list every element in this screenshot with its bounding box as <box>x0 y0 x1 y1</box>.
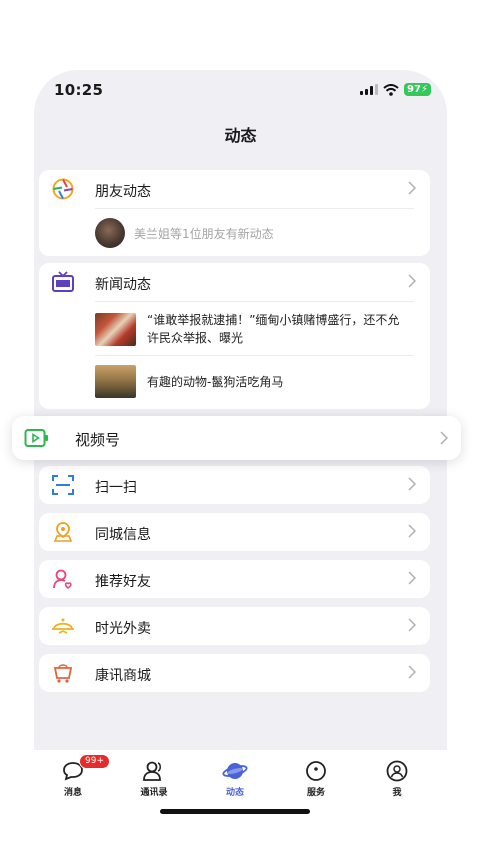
menu-row-recommend[interactable]: 推荐好友 <box>39 560 430 598</box>
contacts-icon <box>143 761 161 781</box>
tab-messages[interactable]: 99+ 消息 <box>43 754 110 798</box>
scan-icon <box>51 474 75 496</box>
location-icon <box>51 521 75 543</box>
divider <box>95 301 414 302</box>
status-bar: 10:25 97⚡ <box>34 70 447 110</box>
chevron-right-icon <box>408 524 416 538</box>
video-channel-label: 视频号 <box>75 431 121 449</box>
chevron-right-icon <box>408 477 416 491</box>
chevron-right-icon <box>408 665 416 679</box>
chevron-right-icon <box>408 571 416 585</box>
news-thumbnail <box>95 312 136 346</box>
tab-contacts[interactable]: 通讯录 <box>124 760 184 798</box>
friends-card: 朋友动态 美兰姐等1位朋友有新动态 <box>39 170 430 256</box>
signal-icon <box>360 84 379 95</box>
tab-label: 服务 <box>306 788 325 798</box>
friend-update-text: 美兰姐等1位朋友有新动态 <box>134 226 274 241</box>
scan-row[interactable]: 扫一扫 <box>39 466 430 504</box>
wifi-icon <box>383 83 399 96</box>
tab-label: 我 <box>392 788 402 798</box>
unread-badge: 99+ <box>79 754 110 769</box>
news-item[interactable]: “谁敢举报就逮捕！”缅甸小镇赌博盛行，还不允许民众举报、曝光 <box>95 311 409 347</box>
video-play-icon <box>24 427 50 453</box>
divider <box>95 208 414 209</box>
profile-icon <box>386 760 408 782</box>
tab-label: 通讯录 <box>140 788 168 798</box>
takeout-icon <box>51 615 75 637</box>
home-indicator <box>160 809 310 814</box>
chevron-right-icon <box>408 274 416 288</box>
tab-moments[interactable]: 动态 <box>205 760 265 798</box>
tab-bar: 99+ 消息 通讯录 动态 服务 我 <box>34 750 447 822</box>
friend-update-row[interactable]: 美兰姐等1位朋友有新动态 <box>95 218 274 248</box>
scan-label: 扫一扫 <box>95 480 137 496</box>
chevron-right-icon <box>408 181 416 195</box>
news-headline: 有趣的动物-鬣狗活吃角马 <box>147 374 284 389</box>
friend-recommend-icon <box>51 568 75 590</box>
tab-services[interactable]: 服务 <box>286 760 346 798</box>
local-info-row[interactable]: 同城信息 <box>39 513 430 551</box>
service-icon <box>306 761 326 781</box>
chevron-right-icon <box>440 431 448 445</box>
menu-row-local[interactable]: 同城信息 <box>39 513 430 551</box>
news-label: 新闻动态 <box>95 277 151 293</box>
tab-label: 消息 <box>63 788 82 798</box>
news-row[interactable]: 新闻动态 <box>39 263 430 301</box>
page-title: 动态 <box>224 126 257 145</box>
divider <box>95 355 414 356</box>
tv-news-icon <box>51 271 75 293</box>
status-time: 10:25 <box>54 81 104 99</box>
news-card: 新闻动态 “谁敢举报就逮捕！”缅甸小镇赌博盛行，还不允许民众举报、曝光 有趣的动… <box>39 263 430 409</box>
shop-cart-icon <box>51 662 75 684</box>
status-indicators: 97⚡ <box>360 83 431 96</box>
video-channel-row[interactable]: 视频号 <box>12 416 461 460</box>
battery-level: 97 <box>407 84 421 95</box>
news-item[interactable]: 有趣的动物-鬣狗活吃角马 <box>95 365 283 398</box>
takeout-row[interactable]: 时光外卖 <box>39 607 430 645</box>
planet-icon <box>222 763 248 779</box>
recommend-friends-row[interactable]: 推荐好友 <box>39 560 430 598</box>
chevron-right-icon <box>408 618 416 632</box>
shop-label: 康讯商城 <box>95 668 151 684</box>
menu-row-takeout[interactable]: 时光外卖 <box>39 607 430 645</box>
camera-shutter-icon <box>51 178 75 200</box>
avatar <box>95 218 125 248</box>
local-info-label: 同城信息 <box>95 527 151 543</box>
recommend-friends-label: 推荐好友 <box>95 574 151 590</box>
battery-indicator: 97⚡ <box>404 83 431 96</box>
friends-label: 朋友动态 <box>95 184 151 200</box>
friends-row[interactable]: 朋友动态 <box>39 170 430 208</box>
news-thumbnail <box>95 365 136 398</box>
menu-row-shop[interactable]: 康讯商城 <box>39 654 430 692</box>
shop-row[interactable]: 康讯商城 <box>39 654 430 692</box>
takeout-label: 时光外卖 <box>95 621 151 637</box>
news-headline: “谁敢举报就逮捕！”缅甸小镇赌博盛行，还不允许民众举报、曝光 <box>147 313 400 345</box>
menu-row-scan[interactable]: 扫一扫 <box>39 466 430 504</box>
tab-label: 动态 <box>225 788 244 798</box>
tab-me[interactable]: 我 <box>367 760 427 798</box>
